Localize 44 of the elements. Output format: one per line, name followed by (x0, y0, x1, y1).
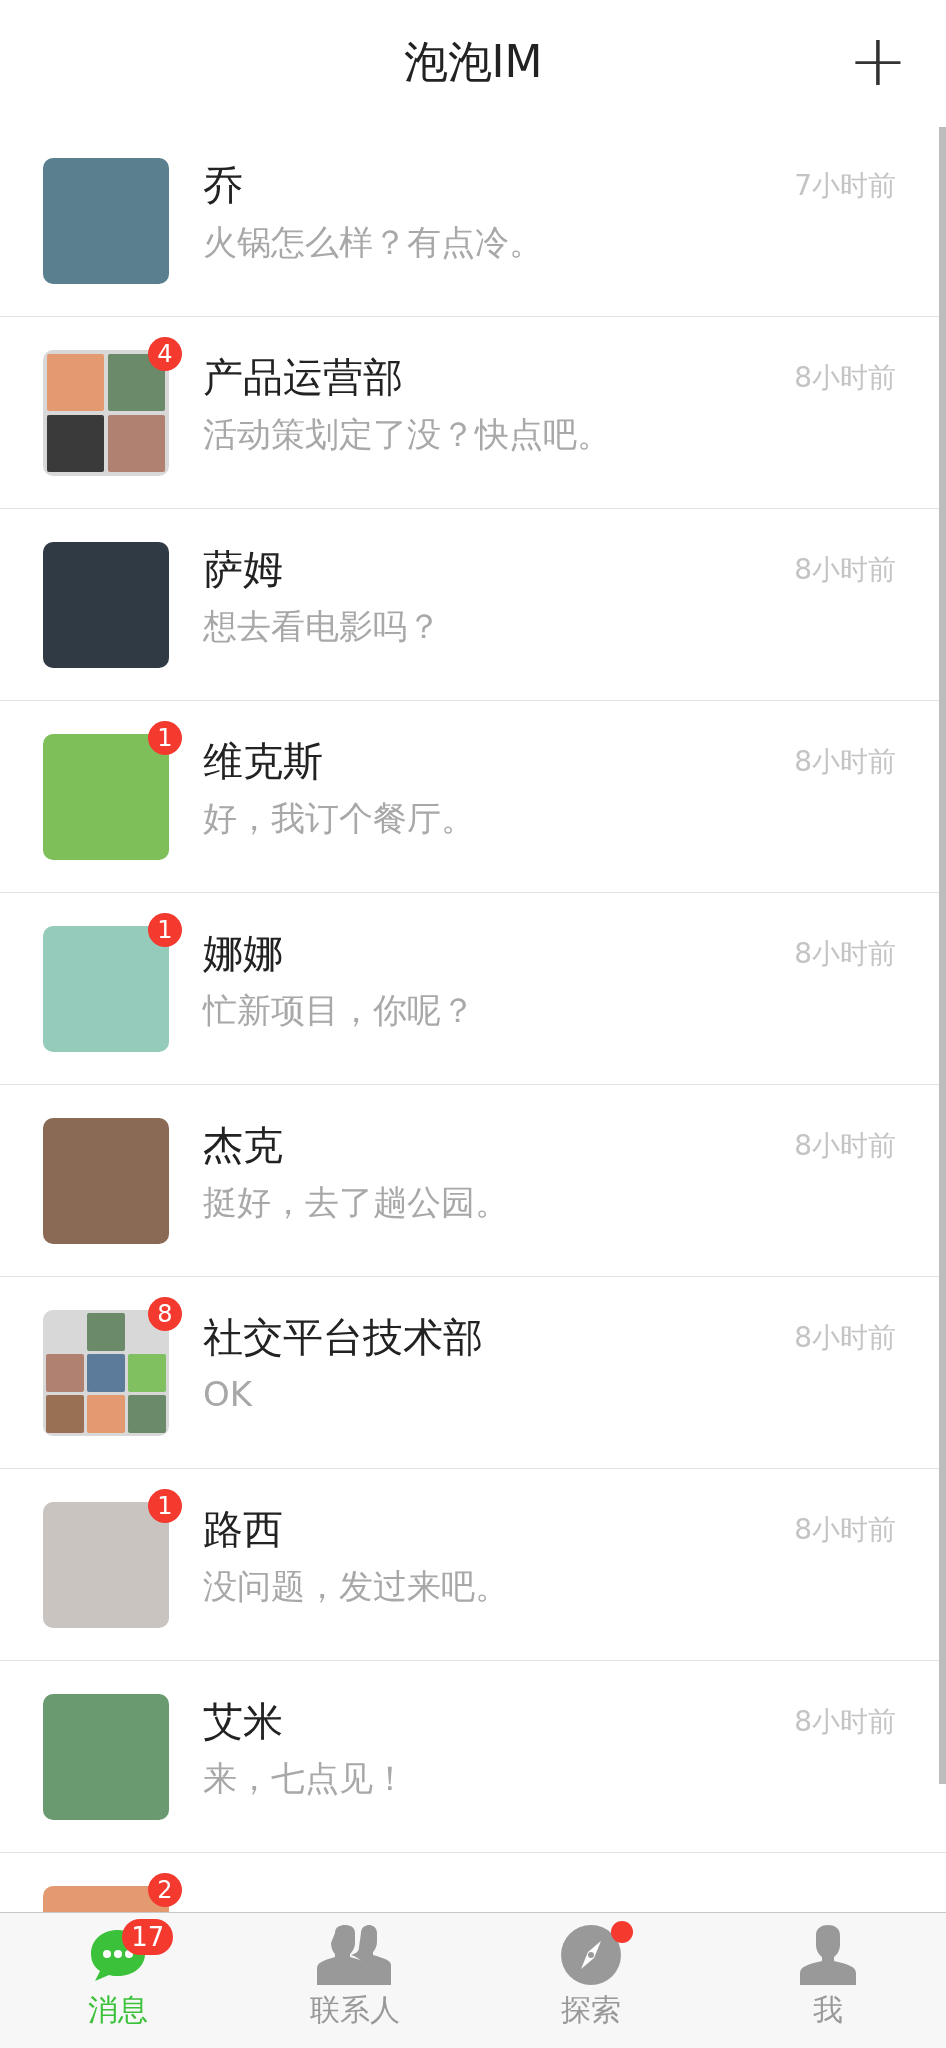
message-time: 8小时前 (794, 936, 896, 972)
contact-name: 社交平台技术部 (203, 1313, 484, 1361)
message-time: 8小时前 (794, 744, 896, 780)
last-message: 想去看电影吗？ (203, 605, 442, 647)
unread-badge: 2 (148, 1873, 182, 1907)
message-time: 8小时前 (794, 1128, 896, 1164)
last-message: 忙新项目，你呢？ (203, 989, 476, 1031)
person-icon (799, 1925, 856, 1985)
contact-name: 娜娜 (203, 929, 284, 977)
message-time: 8小时前 (794, 1320, 896, 1356)
tab[interactable]: 探索 (527, 1913, 656, 2048)
last-message: 没问题，发过来吧。 (203, 1565, 510, 1607)
unread-badge: 17 (122, 1919, 174, 1955)
message-time: 8小时前 (794, 1512, 896, 1548)
message-time: 7小时前 (794, 168, 896, 204)
message-time: 8小时前 (794, 360, 896, 396)
unread-badge: 1 (148, 913, 182, 947)
contact-name: 维克斯 (203, 737, 324, 785)
unread-badge: 8 (148, 1297, 182, 1331)
unread-badge: 4 (148, 337, 182, 371)
last-message: 来，七点见！ (203, 1757, 408, 1799)
unread-badge: 1 (148, 1489, 182, 1523)
contact-name: 乔 (203, 161, 244, 209)
scroll-bar[interactable] (939, 127, 946, 1784)
last-message: 好，我订个餐厅。 (203, 797, 476, 839)
contact-name: 萨姆 (203, 545, 284, 593)
last-message: 活动策划定了没？快点吧。 (203, 413, 612, 455)
contact-name: 杰克 (203, 1121, 284, 1169)
tab[interactable]: 我 (765, 1913, 890, 2048)
unread-badge: 1 (148, 721, 182, 755)
last-message: 挺好，去了趟公园。 (203, 1181, 510, 1223)
contacts-icon (316, 1925, 393, 1985)
last-message: OK (203, 1373, 254, 1415)
add-button[interactable]: + (847, 28, 908, 92)
tab[interactable]: 联系人 (275, 1913, 434, 2048)
tab[interactable]: 17 消息 (54, 1913, 183, 2048)
contact-name: 路西 (203, 1505, 284, 1553)
app-title: 泡泡IM (403, 35, 543, 89)
compass-icon (561, 1925, 622, 1985)
message-time: 8小时前 (794, 552, 896, 588)
contact-name: 艾米 (203, 1697, 284, 1745)
contact-name: 产品运营部 (203, 353, 404, 401)
last-message: 火锅怎么样？有点冷。 (203, 221, 544, 263)
message-time: 8小时前 (794, 1704, 896, 1740)
